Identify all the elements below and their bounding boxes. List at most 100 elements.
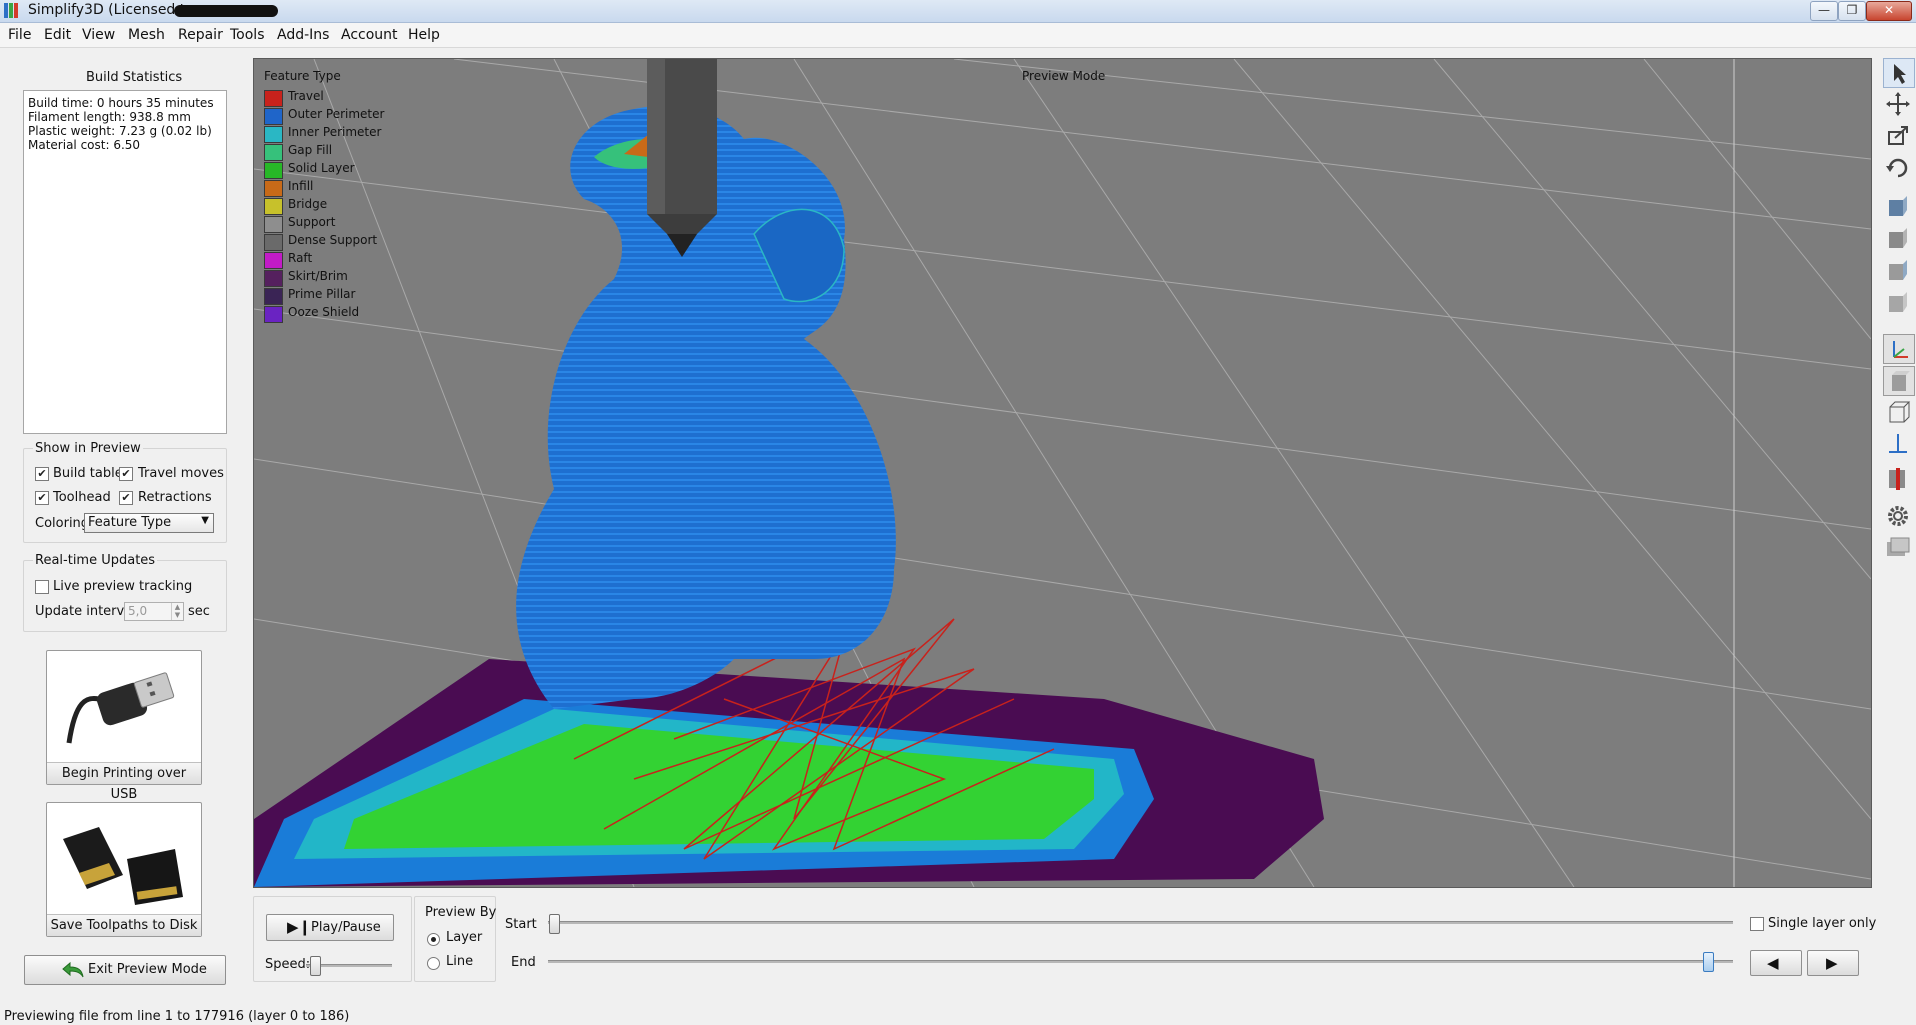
- save-toolpaths-button[interactable]: Save Toolpaths to Disk: [46, 802, 202, 937]
- legend-swatch: [264, 252, 283, 269]
- layers-icon[interactable]: [1883, 534, 1913, 562]
- right-toolbar: [1880, 58, 1916, 578]
- next-layer-button[interactable]: ▶: [1807, 950, 1859, 976]
- preview-by-label: Preview By: [425, 905, 497, 920]
- legend-label: Gap Fill: [288, 143, 333, 157]
- single-layer-checkbox[interactable]: [1750, 917, 1764, 931]
- spinner-arrows-icon[interactable]: ▲ ▼: [171, 603, 183, 620]
- axes-icon[interactable]: [1883, 334, 1915, 364]
- legend-swatch: [264, 126, 283, 143]
- line-label: Line: [446, 954, 474, 969]
- play-pause-button[interactable]: ▶❙ Play/Pause: [266, 914, 394, 941]
- live-preview-tracking-label: Live preview tracking: [53, 579, 193, 594]
- status-bar: Previewing file from line 1 to 177916 (l…: [0, 1009, 1916, 1025]
- normals-icon[interactable]: [1883, 430, 1913, 458]
- stat-plastic-weight: Plastic weight: 7.23 g (0.02 lb): [28, 124, 212, 138]
- previous-layer-button[interactable]: ◀: [1750, 950, 1802, 976]
- travel-moves-label: Travel moves: [138, 466, 224, 481]
- scale-tool-icon[interactable]: [1883, 122, 1913, 150]
- stat-material-cost: Material cost: 6.50: [28, 138, 141, 152]
- menu-bar: File Edit View Mesh Repair Tools Add-Ins…: [0, 23, 1916, 48]
- prev-arrow-icon: ◀: [1767, 954, 1779, 972]
- legend-label: Bridge: [288, 197, 328, 211]
- retractions-checkbox[interactable]: ✔: [119, 491, 133, 505]
- view-cube-side-icon[interactable]: [1883, 224, 1913, 252]
- legend-swatch: [264, 288, 283, 305]
- radio-dot: [431, 937, 436, 942]
- window-title: Simplify3D (Licensed to: [28, 2, 194, 18]
- build-table-checkbox[interactable]: ✔: [35, 467, 49, 481]
- line-radio[interactable]: [427, 957, 440, 970]
- begin-printing-usb-button[interactable]: Begin Printing over USB: [46, 650, 202, 802]
- coloring-value: Feature Type: [88, 515, 172, 530]
- cross-section-icon[interactable]: [1883, 464, 1913, 492]
- begin-printing-usb-label: Begin Printing over USB: [47, 762, 201, 802]
- start-slider-thumb[interactable]: [549, 914, 560, 934]
- update-interval-value: 5,0: [128, 604, 148, 618]
- back-arrow-icon: [62, 961, 84, 978]
- rotate-tool-icon[interactable]: [1883, 154, 1913, 182]
- legend-swatch: [264, 180, 283, 197]
- layer-label: Layer: [446, 930, 483, 945]
- single-layer-label: Single layer only: [1768, 916, 1877, 931]
- menu-file[interactable]: File: [8, 27, 31, 43]
- layer-radio[interactable]: [427, 933, 440, 946]
- update-interval-label: Update interval: [35, 604, 136, 619]
- maximize-button[interactable]: ❐: [1838, 1, 1866, 21]
- menu-account[interactable]: Account: [341, 27, 398, 43]
- legend-swatch: [264, 198, 283, 215]
- scene-render: [254, 59, 1871, 887]
- end-slider-thumb[interactable]: [1703, 952, 1714, 972]
- status-text: Previewing file from line 1 to 177916 (l…: [4, 1009, 350, 1024]
- close-button[interactable]: ✕: [1866, 1, 1912, 21]
- settings-gear-icon[interactable]: [1883, 502, 1913, 530]
- show-in-preview-title: Show in Preview: [33, 441, 143, 456]
- speed-label: Speed:: [265, 957, 311, 972]
- view-cube-iso-icon[interactable]: [1883, 288, 1913, 316]
- minimize-button[interactable]: —: [1810, 1, 1838, 21]
- legend-swatch: [264, 234, 283, 251]
- end-slider-track[interactable]: [548, 960, 1733, 963]
- legend-label: Inner Perimeter: [288, 125, 382, 139]
- next-arrow-icon: ▶: [1826, 954, 1838, 972]
- legend-label: Ooze Shield: [288, 305, 360, 319]
- legend-label: Solid Layer: [288, 161, 355, 175]
- legend-label: Dense Support: [288, 233, 378, 247]
- coloring-dropdown[interactable]: Feature Type ▼: [84, 513, 214, 533]
- select-tool-icon[interactable]: [1883, 58, 1915, 88]
- live-preview-tracking-checkbox[interactable]: [35, 580, 49, 594]
- start-slider-track[interactable]: [548, 921, 1733, 924]
- solid-view-icon[interactable]: [1883, 366, 1915, 396]
- legend-title: Feature Type: [264, 69, 341, 83]
- build-statistics-box: Build time: 0 hours 35 minutes Filament …: [23, 90, 227, 434]
- view-cube-top-icon[interactable]: [1883, 256, 1913, 284]
- menu-repair[interactable]: Repair: [178, 27, 223, 43]
- legend-swatch: [264, 306, 283, 323]
- play-pause-label: Play/Pause: [311, 920, 381, 935]
- build-table-label: Build table: [53, 466, 123, 481]
- menu-mesh[interactable]: Mesh: [128, 27, 165, 43]
- save-toolpaths-label: Save Toolpaths to Disk: [47, 914, 201, 936]
- menu-help[interactable]: Help: [408, 27, 440, 43]
- travel-moves-checkbox[interactable]: ✔: [119, 467, 133, 481]
- menu-view[interactable]: View: [82, 27, 115, 43]
- toolhead-checkbox[interactable]: ✔: [35, 491, 49, 505]
- view-cube-front-icon[interactable]: [1883, 192, 1913, 220]
- retractions-label: Retractions: [138, 490, 212, 505]
- legend-swatch: [264, 108, 283, 125]
- redacted-license-name: [174, 5, 278, 17]
- menu-edit[interactable]: Edit: [44, 27, 71, 43]
- exit-preview-button[interactable]: Exit Preview Mode: [24, 955, 226, 985]
- preview-by-group: Preview By Layer Line: [414, 896, 496, 982]
- build-statistics-title: Build Statistics: [86, 70, 183, 85]
- legend-label: Infill: [288, 179, 314, 193]
- menu-add-ins[interactable]: Add-Ins: [277, 27, 329, 43]
- preview-mode-label: Preview Mode: [1022, 69, 1106, 83]
- coloring-label: Coloring: [35, 516, 90, 531]
- update-interval-input[interactable]: 5,0 ▲ ▼: [124, 602, 184, 621]
- menu-tools[interactable]: Tools: [230, 27, 265, 43]
- move-tool-icon[interactable]: [1883, 90, 1913, 118]
- speed-slider-thumb[interactable]: [310, 956, 321, 976]
- preview-viewport[interactable]: Feature Type Preview Mode Travel Outer P…: [253, 58, 1872, 888]
- wireframe-view-icon[interactable]: [1883, 398, 1913, 426]
